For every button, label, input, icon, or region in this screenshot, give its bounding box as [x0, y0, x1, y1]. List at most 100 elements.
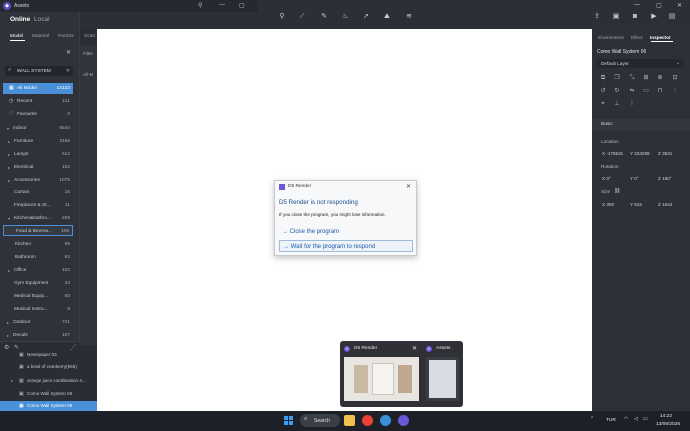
close-icon[interactable]: ✕ — [66, 49, 71, 56]
section-basic[interactable]: Basic — [592, 119, 690, 131]
scale-icon[interactable]: ⤡ — [628, 74, 636, 82]
tab-local[interactable]: Local — [34, 16, 50, 23]
terrain-icon[interactable]: ⛰ — [383, 13, 391, 21]
tree-item-recent[interactable]: ◷ Recent 121 — [3, 96, 73, 107]
minimize-icon[interactable]: — — [634, 2, 640, 8]
duplicate-icon[interactable]: ❐ — [613, 74, 621, 82]
location-y[interactable]: Y 234289 — [630, 151, 650, 156]
snap-icon[interactable]: ⊕ — [656, 74, 664, 82]
close-icon[interactable]: ✕ — [412, 345, 417, 352]
mirror-icon[interactable]: ⇋ — [628, 87, 636, 95]
wait-button[interactable]: → Wait for the program to respond — [279, 240, 413, 252]
rotation-z[interactable]: Z 180° — [658, 176, 672, 181]
folder-icon[interactable]: ▭ — [642, 87, 650, 95]
copy-icon[interactable]: ⧉ — [599, 74, 607, 82]
layer-select[interactable]: Default Layer ⌄ — [596, 59, 684, 68]
chevron-right-icon[interactable]: ▸ — [8, 265, 10, 276]
volume-icon[interactable]: ◁ — [634, 417, 638, 422]
video-icon[interactable]: ▶ — [650, 13, 658, 21]
clear-icon[interactable]: ✕ — [66, 68, 70, 74]
windows-start-icon[interactable] — [284, 416, 293, 425]
location-z[interactable]: Z 3631 — [658, 151, 672, 156]
ground-icon[interactable]: ⊥ — [613, 100, 621, 108]
clock-time[interactable]: 14:22 — [660, 414, 672, 419]
chevron-up-icon[interactable]: ⌃ — [590, 417, 594, 422]
align-icon[interactable]: ⊞ — [642, 74, 650, 82]
preview-thumbnail-d5[interactable] — [344, 357, 419, 401]
tree-item-food-beverage[interactable]: Food & Bevera... 108 — [3, 225, 73, 236]
close-icon[interactable]: ✕ — [406, 183, 411, 190]
scene-item-selected[interactable]: ▣ Como Wall System 06 — [0, 401, 97, 411]
tab-effect[interactable]: Effect — [631, 35, 643, 40]
lightbulb-icon[interactable]: ⚲ — [278, 13, 286, 21]
preview-thumbnail-assets[interactable] — [426, 357, 459, 401]
app-icon[interactable] — [380, 415, 391, 426]
preview-title-assets[interactable]: Assets — [436, 346, 450, 351]
close-window-icon[interactable]: ✕ — [677, 2, 682, 9]
tree-item-office[interactable]: ▸ Office 102 — [3, 265, 73, 276]
tab-model[interactable]: Model — [10, 34, 23, 39]
scene-item[interactable]: ▸ ▦ orange juice combination 4... — [0, 376, 97, 386]
link-icon[interactable]: ⛓ — [614, 188, 620, 194]
filter-label[interactable]: Filter — [83, 51, 93, 56]
tree-item-curtain[interactable]: Curtain 15 — [3, 187, 73, 198]
chevron-right-icon[interactable]: ▸ — [11, 376, 13, 386]
tree-item-lamps[interactable]: ▸ Lamps 612 — [3, 149, 73, 160]
tree-item-electrical[interactable]: ▸ Electrical 152 — [3, 162, 73, 173]
scene-item[interactable]: ▣ a bowl of cranberry(555) — [0, 362, 97, 372]
pen-icon[interactable]: ✎ — [320, 13, 328, 21]
size-x[interactable]: X 300 — [602, 202, 614, 207]
fire-icon[interactable]: ♨ — [341, 13, 349, 21]
file-explorer-icon[interactable] — [344, 415, 355, 426]
tree-item-musical[interactable]: Musical Instru... 8 — [3, 304, 73, 315]
tree-item-accessories[interactable]: ▸ Accessories 1075 — [3, 175, 73, 186]
array-icon[interactable]: ⁞ — [628, 100, 636, 108]
tab-inspector[interactable]: Inspector — [650, 35, 671, 40]
chevron-down-icon[interactable]: ▾ — [7, 123, 9, 134]
chevron-right-icon[interactable]: ▸ — [8, 175, 10, 186]
tree-item-furniture[interactable]: ▸ Furniture 3166 — [3, 136, 73, 147]
tree-item-indoor[interactable]: ▾ Indoor 5544 — [3, 123, 73, 134]
tree-item-bathroom[interactable]: Bathroom 62 — [3, 252, 73, 263]
chevron-right-icon[interactable]: ▸ — [8, 136, 10, 147]
export-icon[interactable]: ⇪ — [593, 13, 601, 21]
size-z[interactable]: Z 1644 — [658, 202, 672, 207]
chrome-icon[interactable] — [362, 415, 373, 426]
tab-particle[interactable]: Particle — [58, 34, 74, 39]
language-indicator[interactable]: TUR — [606, 418, 616, 423]
scene-item[interactable]: ▣ Como Wall System 06 — [0, 389, 97, 399]
camera-target-icon[interactable]: ⌖ — [599, 100, 607, 108]
size-y[interactable]: Y 615 — [630, 202, 642, 207]
tree-item-favourite[interactable]: ♡ Favourite 0 — [3, 109, 73, 120]
path-icon[interactable]: ⟋ — [298, 13, 306, 21]
lock-icon[interactable]: ⊓ — [656, 87, 664, 95]
minimize-icon[interactable]: — — [219, 2, 225, 8]
taskbar-search[interactable]: ⌕ Search — [300, 414, 340, 427]
assets-titlebar[interactable]: ◆ Assets ⚲ — ▢ — [0, 0, 258, 12]
water-icon[interactable]: ≋ — [405, 13, 413, 21]
chevron-right-icon[interactable]: ▸ — [8, 162, 10, 173]
chevron-right-icon[interactable]: ▸ — [8, 149, 10, 160]
battery-icon[interactable]: ▭ — [643, 417, 648, 422]
maximize-icon[interactable]: ▢ — [239, 2, 245, 9]
tab-environment[interactable]: Environment — [598, 35, 624, 40]
rotation-x[interactable]: X 0° — [602, 176, 611, 181]
image-icon[interactable]: ▣ — [612, 13, 620, 21]
camera-icon[interactable]: ◙ — [631, 13, 639, 21]
tree-item-kitchen[interactable]: Kitchen 89 — [3, 239, 73, 250]
grid-icon[interactable]: ⊡ — [671, 74, 679, 82]
tree-item-kitchen-bathroom[interactable]: ▾ Kitchen&bathro... 259 — [3, 213, 73, 224]
dialog-titlebar[interactable]: D5 Render ✕ — [275, 181, 416, 193]
preview-title-d5[interactable]: D5 Render — [354, 346, 377, 351]
tab-scatter[interactable]: Scatt — [84, 34, 95, 39]
chevron-right-icon[interactable]: ▸ — [7, 317, 9, 328]
distribute-icon[interactable]: ⫶ — [671, 87, 679, 95]
tree-item-all-model[interactable]: ▦ All Model 14123 — [3, 83, 73, 94]
tree-item-outdoor[interactable]: ▸ Outdoor 721 — [3, 317, 73, 328]
scene-item[interactable]: ▣ Newspaper 03 — [0, 350, 97, 360]
tree-item-medical[interactable]: Medical Equip... 50 — [3, 291, 73, 302]
all-models-label[interactable]: All-M — [83, 72, 93, 77]
search-input[interactable]: ⌕ WALL SYSTEM ✕ — [5, 66, 73, 76]
rotation-y[interactable]: Y 0° — [630, 176, 639, 181]
chevron-down-icon[interactable]: ▾ — [8, 213, 10, 224]
